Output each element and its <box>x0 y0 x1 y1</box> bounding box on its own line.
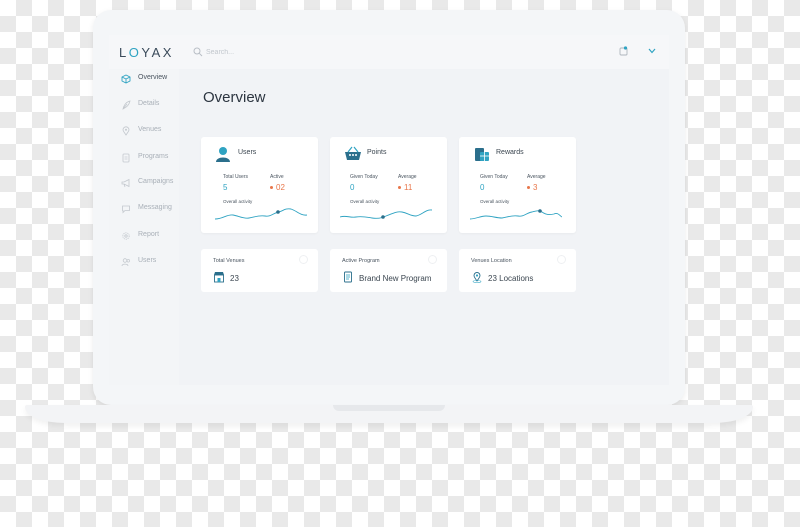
card-title: Users <box>238 149 257 156</box>
status-dot <box>398 186 401 189</box>
logo-suffix: YAX <box>141 45 174 60</box>
users-card[interactable]: Users Total Users 5 Active 02 Overall ac… <box>201 137 318 233</box>
main-content: Overview Users Total Users 5 Active 02 O… <box>179 69 669 385</box>
stat-label: Active <box>270 174 284 180</box>
top-bar: LOYAX <box>109 35 669 69</box>
total-venues-card[interactable]: Total Venues 23 <box>201 249 318 292</box>
activity-sparkline <box>340 209 432 219</box>
sidebar-item-report[interactable]: Report <box>109 227 179 245</box>
sidebar-item-venues[interactable]: Venues <box>109 122 179 140</box>
gear-icon <box>122 232 130 240</box>
stat-label: Total Users <box>223 174 249 180</box>
card-title: Rewards <box>496 149 524 156</box>
chevron-down-icon[interactable] <box>648 48 656 54</box>
sidebar-item-details[interactable]: Details <box>109 96 179 114</box>
status-dot <box>270 186 273 189</box>
page-title: Overview <box>203 89 266 106</box>
map-pin-icon <box>122 126 130 136</box>
stat-label: Given Today <box>350 174 378 180</box>
mini-card-label: Active Program <box>342 258 380 264</box>
sidebar-item-label: Campaigns <box>138 178 174 185</box>
notification-icon[interactable] <box>619 46 628 56</box>
laptop-notch <box>333 405 445 411</box>
points-card[interactable]: Points Given Today 0 Average 11 Overall … <box>330 137 447 233</box>
sidebar-item-label: Report <box>138 231 160 238</box>
basket-icon <box>345 146 361 160</box>
sidebar-item-label: Programs <box>138 153 169 160</box>
feather-icon <box>122 100 131 110</box>
status-dot <box>527 186 530 189</box>
sidebar-item-programs[interactable]: Programs <box>109 149 179 167</box>
stat-label: Given Today <box>480 174 508 180</box>
document-icon <box>344 271 352 283</box>
sidebar-item-label: Venues <box>138 126 162 133</box>
stat-value: 0 <box>350 183 355 192</box>
mini-card-value: Brand New Program <box>359 274 432 283</box>
stat-value: 5 <box>223 183 228 192</box>
mini-card-value: 23 <box>230 274 239 283</box>
logo-letter: L <box>119 45 129 60</box>
user-icon <box>216 147 230 162</box>
sidebar-item-label: Overview <box>138 74 168 81</box>
stat-label: Average <box>527 174 546 180</box>
card-radio[interactable] <box>428 255 437 264</box>
sidebar-item-messaging[interactable]: Messaging <box>109 200 179 218</box>
location-icon <box>472 272 482 283</box>
stat-value: 02 <box>276 183 285 192</box>
logo-o: O <box>128 45 142 60</box>
activity-sparkline <box>470 209 562 220</box>
document-icon <box>122 153 130 163</box>
sidebar: Overview Details Venues Programs Campaig… <box>109 69 179 385</box>
active-program-card[interactable]: Active Program Brand New Program <box>330 249 447 292</box>
venues-location-card[interactable]: Venues Location 23 Locations <box>459 249 576 292</box>
app-screen: LOYAX Overview Details Venues Progra <box>109 35 669 385</box>
mini-card-label: Total Venues <box>213 258 245 264</box>
sidebar-item-campaigns[interactable]: Campaigns <box>109 174 179 192</box>
activity-sparkline <box>215 208 307 220</box>
sidebar-item-users[interactable]: Users <box>109 253 179 271</box>
chat-icon <box>122 205 130 214</box>
stat-value: 3 <box>533 183 538 192</box>
sidebar-item-overview[interactable]: Overview <box>109 70 179 88</box>
mini-card-value: 23 Locations <box>488 274 534 283</box>
mini-card-label: Venues Location <box>471 258 512 264</box>
users-icon <box>121 258 130 267</box>
sidebar-item-label: Details <box>138 100 160 107</box>
card-title: Points <box>367 149 387 156</box>
app-logo[interactable]: LOYAX <box>119 45 174 60</box>
sidebar-item-label: Messaging <box>138 204 172 211</box>
cube-icon <box>121 74 131 84</box>
rewards-card[interactable]: Rewards Given Today 0 Average 3 Overall … <box>459 137 576 233</box>
stat-label: Average <box>398 174 417 180</box>
sidebar-item-label: Users <box>138 257 157 264</box>
megaphone-icon <box>121 178 130 188</box>
stat-value: 0 <box>480 183 485 192</box>
gift-icon <box>475 148 489 161</box>
card-radio[interactable] <box>557 255 566 264</box>
stat-value: 11 <box>404 183 413 192</box>
search-icon[interactable] <box>193 47 203 57</box>
store-icon <box>214 272 224 283</box>
card-radio[interactable] <box>299 255 308 264</box>
search-input[interactable] <box>206 45 406 59</box>
